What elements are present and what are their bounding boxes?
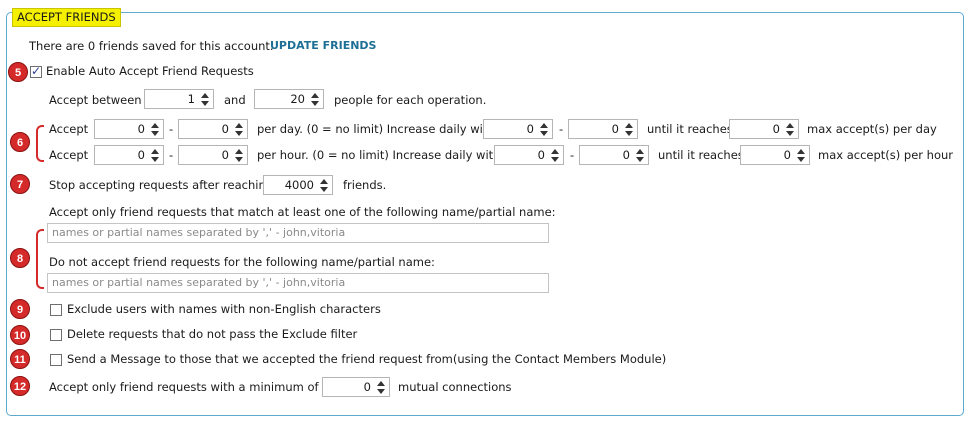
between-min-spinner[interactable]: 1 <box>144 89 214 109</box>
badge-6: 6 <box>10 132 30 152</box>
spinner-arrows-icon[interactable] <box>310 91 320 107</box>
per-hour-inc-to-value: 0 <box>622 148 630 162</box>
per-day-max-value: 0 <box>772 122 780 136</box>
spinner-arrows-icon[interactable] <box>539 121 549 137</box>
per-hour-inc-from-spinner[interactable]: 0 <box>494 145 564 165</box>
spinner-arrows-icon[interactable] <box>376 379 386 395</box>
per-hour-max-spinner[interactable]: 0 <box>740 145 810 165</box>
spinner-arrows-icon[interactable] <box>200 91 210 107</box>
spinner-arrows-icon[interactable] <box>635 147 645 163</box>
per-day-from-spinner[interactable]: 0 <box>94 119 164 139</box>
badge-8: 8 <box>10 248 30 268</box>
per-day-inc-dash: - <box>559 122 564 136</box>
spinner-arrows-icon[interactable] <box>150 121 160 137</box>
badge-12: 12 <box>10 376 30 396</box>
per-hour-from-spinner[interactable]: 0 <box>94 145 164 165</box>
mutual-suffix: mutual connections <box>398 380 512 394</box>
per-day-to-value: 0 <box>221 122 229 136</box>
exclude-filter-label: Do not accept friend requests for the fo… <box>49 255 435 269</box>
stop-threshold-spinner[interactable]: 4000 <box>263 175 333 195</box>
per-day-inc-from-spinner[interactable]: 0 <box>483 119 553 139</box>
mutual-min-spinner[interactable]: 0 <box>322 377 390 397</box>
per-day-inc-from-value: 0 <box>526 122 534 136</box>
per-hour-max-value: 0 <box>783 148 791 162</box>
section-title: ACCEPT FRIENDS <box>12 8 121 27</box>
per-hour-inc-to-spinner[interactable]: 0 <box>579 145 649 165</box>
per-hour-until-label: until it reaches <box>658 148 744 162</box>
spinner-arrows-icon[interactable] <box>785 121 795 137</box>
between-max-spinner[interactable]: 20 <box>254 89 324 109</box>
update-friends-link[interactable]: UPDATE FRIENDS <box>270 39 376 52</box>
per-day-inc-to-spinner[interactable]: 0 <box>568 119 638 139</box>
enable-auto-accept-label: Enable Auto Accept Friend Requests <box>46 64 254 78</box>
per-day-text: per day. (0 = no limit) Increase daily w… <box>257 122 495 136</box>
per-day-suffix: max accept(s) per day <box>807 122 937 136</box>
per-hour-from-value: 0 <box>137 148 145 162</box>
accept-between-label: Accept between <box>49 93 142 107</box>
exclude-non-english-checkbox[interactable] <box>50 304 62 316</box>
badge-10: 10 <box>10 325 30 345</box>
enable-auto-accept-checkbox[interactable] <box>30 64 42 78</box>
between-min-value: 1 <box>187 92 195 106</box>
mutual-min-value: 0 <box>363 380 371 394</box>
spinner-arrows-icon[interactable] <box>234 147 244 163</box>
and-label: and <box>224 93 246 107</box>
spinner-arrows-icon[interactable] <box>150 147 160 163</box>
group-brace-6 <box>36 125 44 162</box>
include-filter-input[interactable]: names or partial names separated by ',' … <box>47 223 549 243</box>
stop-accepting-label: Stop accepting requests after reaching <box>49 178 274 192</box>
between-suffix: people for each operation. <box>334 93 487 107</box>
per-day-accept-label: Accept <box>49 122 89 136</box>
delete-requests-label: Delete requests that do not pass the Exc… <box>67 327 358 341</box>
per-hour-inc-dash: - <box>570 148 575 162</box>
exclude-filter-input[interactable]: names or partial names separated by ',' … <box>47 273 549 293</box>
spinner-arrows-icon[interactable] <box>550 147 560 163</box>
spinner-arrows-icon[interactable] <box>624 121 634 137</box>
delete-requests-checkbox[interactable] <box>50 329 62 341</box>
spinner-arrows-icon[interactable] <box>796 147 806 163</box>
per-day-inc-to-value: 0 <box>611 122 619 136</box>
per-hour-suffix: max accept(s) per hour <box>818 148 954 162</box>
stop-suffix: friends. <box>343 178 387 192</box>
group-brace-8 <box>36 229 44 289</box>
between-max-value: 20 <box>290 92 305 106</box>
per-hour-to-spinner[interactable]: 0 <box>178 145 248 165</box>
spinner-arrows-icon[interactable] <box>319 177 329 193</box>
send-message-checkbox[interactable] <box>50 354 62 366</box>
per-day-until-label: until it reaches <box>647 122 733 136</box>
badge-11: 11 <box>10 349 30 369</box>
friends-count-text: There are 0 friends saved for this accou… <box>29 39 274 53</box>
badge-5: 5 <box>8 62 28 82</box>
per-day-dash: - <box>169 122 174 136</box>
per-hour-text: per hour. (0 = no limit) Increase daily … <box>257 148 501 162</box>
stop-threshold-value: 4000 <box>284 178 314 192</box>
badge-7: 7 <box>10 174 30 194</box>
include-filter-label: Accept only friend requests that match a… <box>49 205 556 219</box>
per-hour-dash: - <box>169 148 174 162</box>
per-day-to-spinner[interactable]: 0 <box>178 119 248 139</box>
per-hour-accept-label: Accept <box>49 148 89 162</box>
per-day-max-spinner[interactable]: 0 <box>729 119 799 139</box>
badge-9: 9 <box>10 299 30 319</box>
send-message-label: Send a Message to those that we accepted… <box>67 352 667 366</box>
mutual-label: Accept only friend requests with a minim… <box>49 380 319 394</box>
exclude-non-english-label: Exclude users with names with non-Englis… <box>67 302 381 316</box>
per-day-from-value: 0 <box>137 122 145 136</box>
per-hour-to-value: 0 <box>221 148 229 162</box>
per-hour-inc-from-value: 0 <box>537 148 545 162</box>
spinner-arrows-icon[interactable] <box>234 121 244 137</box>
